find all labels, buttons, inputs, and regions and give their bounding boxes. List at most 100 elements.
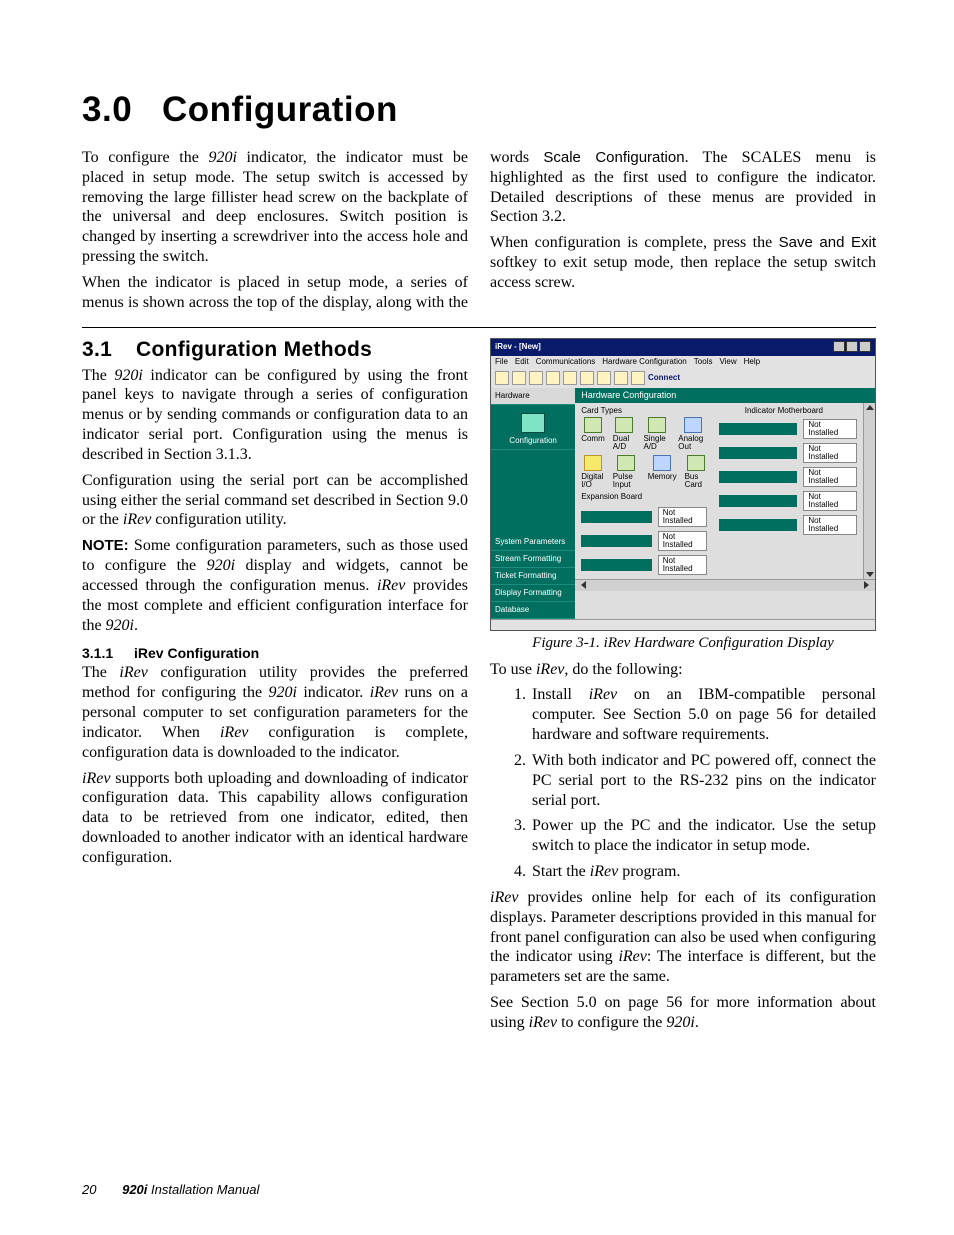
scroll-up-icon[interactable]	[866, 405, 874, 410]
slot-icon[interactable]	[719, 447, 797, 459]
print-icon[interactable]	[546, 371, 560, 385]
card-digital-io[interactable]: Digital I/O	[581, 455, 605, 489]
section-body: 3.1Configuration Methods The 920i indica…	[82, 338, 876, 1033]
window-titlebar: iRev - [New]	[491, 339, 875, 356]
page-number: 20	[82, 1182, 96, 1197]
card-bus[interactable]: Bus Card	[685, 455, 707, 489]
publication-title: Installation Manual	[151, 1182, 259, 1197]
subsubsection-heading: 3.1.1iRev Configuration	[82, 645, 468, 661]
scroll-right-icon[interactable]	[864, 581, 873, 589]
subsection-text: Configuration Methods	[136, 338, 372, 361]
mb-slot-1: Not Installed	[719, 419, 857, 439]
figure-3-1: iRev - [New] File Edit Communications Hardw…	[490, 338, 876, 652]
sidebar-item-stream-formatting[interactable]: Stream Formatting	[491, 551, 575, 568]
card-pulse-input[interactable]: Pulse Input	[613, 455, 640, 489]
cut-icon[interactable]	[563, 371, 577, 385]
menu-help[interactable]: Help	[744, 357, 760, 366]
help-icon[interactable]	[614, 371, 628, 385]
exp-slot-1: Not Installed	[581, 507, 707, 527]
step-1: Install iRev on an IBM-compatible person…	[530, 685, 876, 744]
page-footer: 20 920i Installation Manual	[82, 1182, 259, 1197]
status-bar	[491, 619, 875, 630]
panel-title: Hardware Configuration	[575, 388, 875, 403]
slot-icon[interactable]	[581, 559, 652, 571]
section-text: Configuration	[162, 90, 398, 129]
toolbar: Connect	[491, 368, 875, 388]
section-title: 3.0Configuration	[82, 90, 876, 130]
card-analog-out[interactable]: Analog Out	[678, 417, 707, 451]
paste-icon[interactable]	[597, 371, 611, 385]
exp-slot-2: Not Installed	[581, 531, 707, 551]
subsub-text: iRev Configuration	[134, 645, 259, 661]
menu-communications[interactable]: Communications	[536, 357, 596, 366]
scroll-down-icon[interactable]	[866, 572, 874, 577]
sidebar-item-hardware[interactable]: Hardware	[491, 388, 575, 405]
sidebar-item-display-formatting[interactable]: Display Formatting	[491, 585, 575, 602]
divider	[82, 327, 876, 328]
slot-icon[interactable]	[581, 511, 652, 523]
after-fig-p2: See Section 5.0 on page 56 for more info…	[490, 993, 876, 1033]
slot-icon[interactable]	[719, 495, 797, 507]
card-dual-ad[interactable]: Dual A/D	[613, 417, 636, 451]
slot-icon[interactable]	[719, 519, 797, 531]
open-icon[interactable]	[512, 371, 526, 385]
new-icon[interactable]	[495, 371, 509, 385]
expansion-board-label: Expansion Board	[581, 493, 707, 501]
step-4: Start the iRev program.	[530, 862, 876, 882]
sidebar-icon-config[interactable]: Configuration	[491, 405, 575, 450]
s31-p2: Configuration using the serial port can …	[82, 471, 468, 530]
horizontal-scrollbar[interactable]	[575, 579, 875, 591]
menu-edit[interactable]: Edit	[515, 357, 529, 366]
step-3: Power up the PC and the indicator. Use t…	[530, 816, 876, 856]
main-panel: Hardware Configuration Card Types Comm D…	[575, 388, 875, 619]
s311-p1: The iRev configuration utility provides …	[82, 663, 468, 762]
menubar: File Edit Communications Hardware Configura…	[491, 356, 875, 368]
subsection-heading: 3.1Configuration Methods	[82, 338, 468, 362]
minimize-icon[interactable]	[833, 341, 845, 352]
menu-hardware-config[interactable]: Hardware Configuration	[602, 357, 687, 366]
figure-caption: Figure 3-1. iRev Hardware Configuration …	[490, 635, 876, 652]
publication-model: 920i	[122, 1182, 147, 1197]
sidebar-item-system-params[interactable]: System Parameters	[491, 534, 575, 551]
intro-p1: To configure the 920i indicator, the ind…	[82, 148, 468, 267]
vertical-scrollbar[interactable]	[863, 403, 875, 579]
connect-icon[interactable]	[631, 371, 645, 385]
sidebar-item-ticket-formatting[interactable]: Ticket Formatting	[491, 568, 575, 585]
slot-icon[interactable]	[719, 471, 797, 483]
step-2: With both indicator and PC powered off, …	[530, 751, 876, 810]
save-icon[interactable]	[529, 371, 543, 385]
irev-window: iRev - [New] File Edit Communications Hardw…	[490, 338, 876, 631]
steps-list: Install iRev on an IBM-compatible person…	[506, 685, 876, 881]
scroll-left-icon[interactable]	[577, 581, 586, 589]
copy-icon[interactable]	[580, 371, 594, 385]
after-fig-p1: iRev provides online help for each of it…	[490, 888, 876, 987]
gear-icon	[521, 413, 545, 433]
s31-note: NOTE: Some configuration parameters, suc…	[82, 536, 468, 635]
s311-p2: iRev supports both uploading and downloa…	[82, 769, 468, 868]
menu-tools[interactable]: Tools	[694, 357, 713, 366]
menu-file[interactable]: File	[495, 357, 508, 366]
card-types-label: Card Types	[581, 407, 707, 415]
mb-slot-5: Not Installed	[719, 515, 857, 535]
intro-p3: When configuration is complete, press th…	[490, 233, 876, 292]
slot-icon[interactable]	[719, 423, 797, 435]
close-icon[interactable]	[859, 341, 871, 352]
menu-view[interactable]: View	[719, 357, 736, 366]
exp-slot-3: Not Installed	[581, 555, 707, 575]
slot-icon[interactable]	[581, 535, 652, 547]
card-single-ad[interactable]: Single A/D	[643, 417, 670, 451]
window-title: iRev - [New]	[495, 343, 541, 351]
maximize-icon[interactable]	[846, 341, 858, 352]
motherboard-label: Indicator Motherboard	[719, 407, 857, 415]
window-buttons	[832, 341, 871, 354]
card-types: Card Types Comm Dual A/D Single A/D Anal…	[575, 403, 713, 503]
connect-label[interactable]: Connect	[648, 374, 680, 382]
s31-p1: The 920i indicator can be configured by …	[82, 366, 468, 465]
subsection-number: 3.1	[82, 338, 136, 362]
card-memory[interactable]: Memory	[648, 455, 677, 489]
after-fig-lead: To use iRev, do the following:	[490, 660, 876, 680]
sidebar-item-database[interactable]: Database	[491, 602, 575, 619]
card-comm[interactable]: Comm	[581, 417, 605, 451]
sidebar-spacer	[491, 450, 575, 534]
section-number: 3.0	[82, 90, 162, 130]
